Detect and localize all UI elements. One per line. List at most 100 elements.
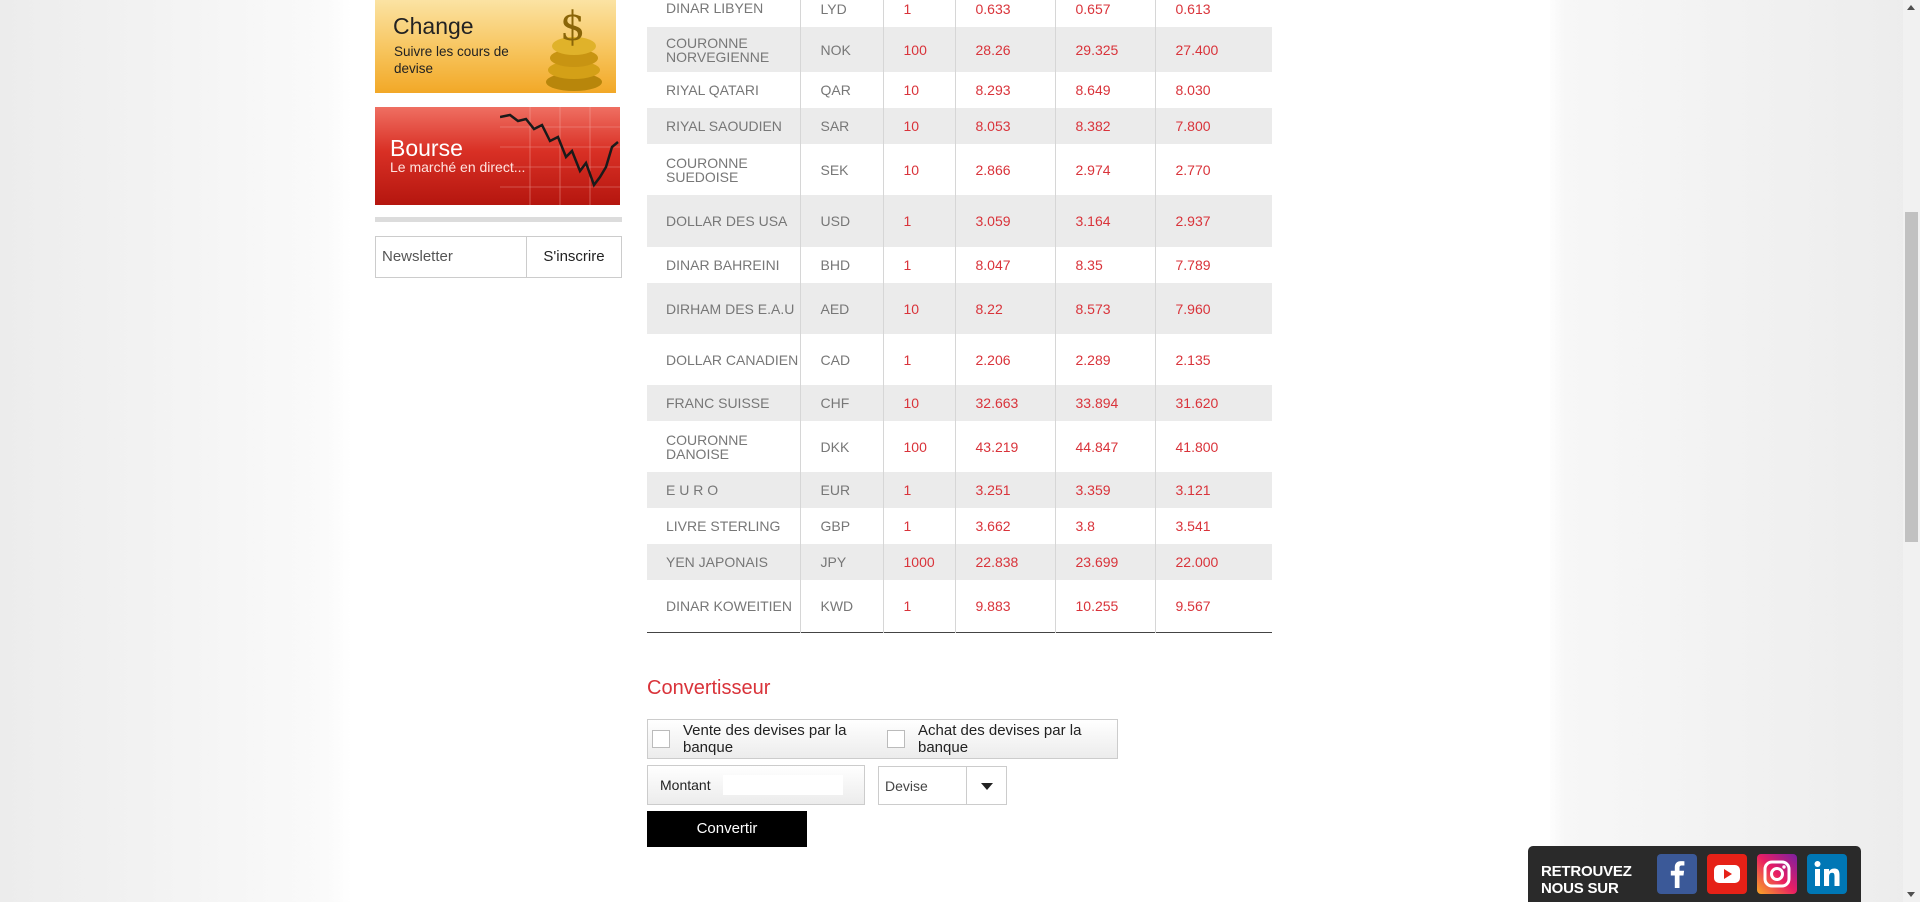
instagram-icon[interactable] (1757, 854, 1797, 894)
currency-code: NOK (800, 27, 884, 72)
table-row: COURONNE DANOISE DKK 100 43.219 44.847 41.800 (647, 421, 1272, 472)
table-row: RIYAL SAOUDIEN SAR 10 8.053 8.382 7.800 (647, 108, 1272, 144)
currency-code: SEK (800, 144, 884, 195)
currency-code: GBP (800, 508, 884, 544)
rate-value-1: 2.206 (955, 334, 1056, 385)
currency-unit: 100 (883, 421, 956, 472)
sell-option-label: Vente des devises par la banque (683, 722, 847, 756)
rate-value-3: 41.800 (1175, 438, 1219, 455)
converter-title: Convertisseur (647, 677, 771, 699)
table-row: DINAR LIBYEN LYD 1 0.633 0.657 0.613 (647, 0, 1272, 27)
rate-value-3: 31.620 (1155, 385, 1272, 421)
table-row: YEN JAPONAIS JPY 1000 22.838 23.699 22.000 (647, 544, 1272, 580)
rate-value-1: 32.663 (955, 385, 1056, 421)
bourse-banner[interactable]: Bourse Le marché en direct... (375, 107, 620, 205)
convert-button[interactable]: Convertir (647, 811, 807, 847)
currency-unit: 10 (883, 283, 956, 334)
rate-value-2: 3.8 (1055, 508, 1156, 544)
rate-value-1: 8.293 (955, 72, 1056, 108)
table-row: DINAR KOWEITIEN KWD 1 9.883 10.255 9.567 (647, 580, 1272, 632)
currency-name: RIYAL SAOUDIEN (647, 108, 801, 144)
change-banner-subtitle: Suivre les cours de devise (394, 44, 509, 76)
buy-option-checkbox[interactable] (887, 730, 905, 748)
social-bar-label: RETROUVEZ NOUS SUR (1541, 863, 1641, 897)
currency-name: YEN JAPONAIS (647, 544, 801, 580)
table-row: COURONNE NORVEGIENNE NOK 100 28.26 29.325 27.… (647, 27, 1272, 72)
scroll-up-icon[interactable] (1907, 5, 1915, 10)
rate-value-3: 2.937 (1155, 195, 1272, 247)
scrollbar-thumb[interactable] (1905, 212, 1918, 542)
currency-name: RIYAL QATARI (647, 72, 801, 108)
rate-value-2: 8.649 (1055, 72, 1156, 108)
rate-value-1: 8.22 (955, 283, 1056, 334)
currency-unit: 10 (883, 72, 956, 108)
currency-code: USD (800, 195, 884, 247)
table-row: RIYAL QATARI QAR 10 8.293 8.649 8.030 (647, 72, 1272, 108)
amount-input[interactable] (723, 775, 843, 795)
currency-unit: 1 (883, 334, 956, 385)
rate-value-3: 7.800 (1155, 108, 1272, 144)
currency-code: BHD (800, 247, 884, 283)
youtube-icon[interactable] (1707, 854, 1747, 894)
rate-value-3: 0.613 (1175, 1, 1211, 17)
bourse-banner-title: Bourse (390, 135, 463, 161)
currency-code: AED (800, 283, 884, 334)
rate-value-2: 8.573 (1055, 283, 1156, 334)
rate-value-3: 27.400 (1155, 27, 1272, 72)
social-label-text: RETROUVEZ NOUS SUR (1541, 863, 1632, 897)
currency-name: COURONNE DANOISE (647, 421, 801, 472)
rate-value-2: 3.164 (1055, 195, 1156, 247)
rate-value-1: 2.866 (955, 144, 1056, 195)
currency-code: CHF (800, 385, 884, 421)
currency-name: DINAR LIBYEN (647, 0, 801, 27)
currency-name: DINAR BAHREINI (647, 247, 801, 283)
currency-name: DIRHAM DES E.A.U (647, 283, 801, 334)
rate-value-2: 33.894 (1055, 385, 1156, 421)
rate-value-1: 3.059 (955, 195, 1056, 247)
linkedin-icon[interactable] (1807, 854, 1847, 894)
currency-code: DKK (800, 421, 884, 472)
rate-value-2: 0.657 (1055, 0, 1156, 27)
chevron-down-icon[interactable] (966, 767, 1006, 804)
table-row: DOLLAR DES USA USD 1 3.059 3.164 2.937 (647, 195, 1272, 247)
subscribe-button[interactable]: S'inscrire (527, 237, 621, 277)
currency-select[interactable]: Devise (878, 766, 1007, 805)
currency-name: E U R O (647, 472, 801, 508)
rate-value-2: 2.289 (1055, 334, 1156, 385)
table-row: E U R O EUR 1 3.251 3.359 3.121 (647, 472, 1272, 508)
sell-option[interactable]: Vente des devises par la banque (652, 720, 858, 758)
rate-value-1: 3.251 (955, 472, 1056, 508)
rate-value-3: 2.770 (1175, 161, 1211, 178)
rate-value-1: 8.047 (955, 247, 1056, 283)
currency-unit: 10 (883, 385, 956, 421)
rate-value-2: 8.35 (1055, 247, 1156, 283)
rate-value-2: 8.382 (1055, 108, 1156, 144)
currency-name: DOLLAR CANADIEN (647, 334, 801, 385)
facebook-icon[interactable] (1657, 854, 1697, 894)
exchange-rates-table: DINAR LIBYEN LYD 1 0.633 0.657 0.613 COURONNE … (647, 0, 1272, 633)
currency-code: CAD (800, 334, 884, 385)
currency-unit: 1 (883, 195, 956, 247)
rate-value-3: 22.000 (1155, 544, 1272, 580)
rate-value-1: 28.26 (955, 27, 1056, 72)
coins-icon: $ (546, 4, 602, 91)
converter-mode-options: Vente des devises par la banque Achat de… (647, 719, 1118, 759)
svg-text:$: $ (560, 4, 585, 50)
vertical-scrollbar[interactable] (1903, 0, 1920, 902)
currency-unit: 1 (883, 247, 956, 283)
rate-value-3: 7.789 (1175, 257, 1211, 273)
sidebar-divider (375, 217, 622, 222)
rate-value-1: 43.219 (955, 421, 1056, 472)
table-row: DIRHAM DES E.A.U AED 10 8.22 8.573 7.960 (647, 283, 1272, 334)
currency-name: COURONNE NORVEGIENNE (647, 27, 801, 72)
table-row: DINAR BAHREINI BHD 1 8.047 8.35 7.789 (647, 247, 1272, 283)
scroll-down-icon[interactable] (1907, 892, 1915, 897)
currency-unit: 10 (883, 144, 956, 195)
change-banner[interactable]: Change Suivre les cours de devise $ (375, 0, 616, 93)
currency-name: FRANC SUISSE (647, 385, 801, 421)
currency-code: QAR (800, 72, 884, 108)
newsletter-input[interactable]: Newsletter (376, 237, 527, 277)
sell-option-checkbox[interactable] (652, 730, 670, 748)
rate-value-1: 0.633 (955, 0, 1056, 27)
buy-option[interactable]: Achat des devises par la banque (887, 720, 1093, 758)
